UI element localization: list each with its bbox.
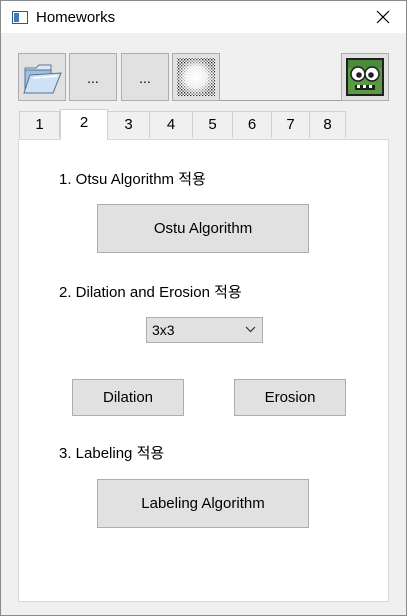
open-folder-icon xyxy=(23,64,62,94)
more-button-2-label: ... xyxy=(139,70,151,86)
more-button-1[interactable]: ... xyxy=(69,53,117,101)
close-button[interactable] xyxy=(360,1,406,33)
window-app-icon xyxy=(12,11,28,24)
tab-6[interactable]: 6 xyxy=(232,111,272,138)
tab-3[interactable]: 3 xyxy=(107,111,150,138)
dilation-button-label: Dilation xyxy=(102,389,154,406)
tab-1[interactable]: 1 xyxy=(19,111,60,138)
kernel-size-value: 3x3 xyxy=(152,322,175,338)
kernel-size-select[interactable]: 3x3 xyxy=(146,317,263,343)
tab-2[interactable]: 2 xyxy=(60,109,108,140)
chevron-down-icon xyxy=(245,326,256,333)
monster-face-icon xyxy=(346,58,384,96)
noise-image-icon xyxy=(177,58,215,96)
dilation-erosion-section-label: 2. Dilation and Erosion 적용 xyxy=(59,284,242,301)
close-icon xyxy=(376,10,390,24)
main-window: Homeworks ... ... 1 2 3 4 5 6 7 8 1. Ots… xyxy=(0,0,407,616)
tab-4[interactable]: 4 xyxy=(149,111,193,138)
tab-7[interactable]: 7 xyxy=(271,111,310,138)
tab-5[interactable]: 5 xyxy=(192,111,233,138)
toolbar-divider xyxy=(219,100,341,101)
otsu-section-label: 1. Otsu Algorithm 적용 xyxy=(59,171,206,188)
labeling-section-label: 3. Labeling 적용 xyxy=(59,445,165,462)
erosion-button[interactable]: Erosion xyxy=(234,379,346,416)
open-folder-button[interactable] xyxy=(18,53,66,101)
monster-button[interactable] xyxy=(341,53,389,101)
labeling-algorithm-button-label: Labeling Algorithm xyxy=(141,495,265,512)
more-button-2[interactable]: ... xyxy=(121,53,169,101)
noise-image-button[interactable] xyxy=(172,53,220,101)
otsu-algorithm-button-label: Ostu Algorithm xyxy=(153,220,253,237)
title-bar[interactable]: Homeworks xyxy=(1,1,406,33)
dilation-button[interactable]: Dilation xyxy=(72,379,184,416)
erosion-button-label: Erosion xyxy=(264,389,316,406)
labeling-algorithm-button[interactable]: Labeling Algorithm xyxy=(97,479,309,528)
window-title: Homeworks xyxy=(36,9,116,26)
otsu-algorithm-button[interactable]: Ostu Algorithm xyxy=(97,204,309,253)
more-button-1-label: ... xyxy=(87,70,99,86)
tab-8[interactable]: 8 xyxy=(309,111,346,138)
